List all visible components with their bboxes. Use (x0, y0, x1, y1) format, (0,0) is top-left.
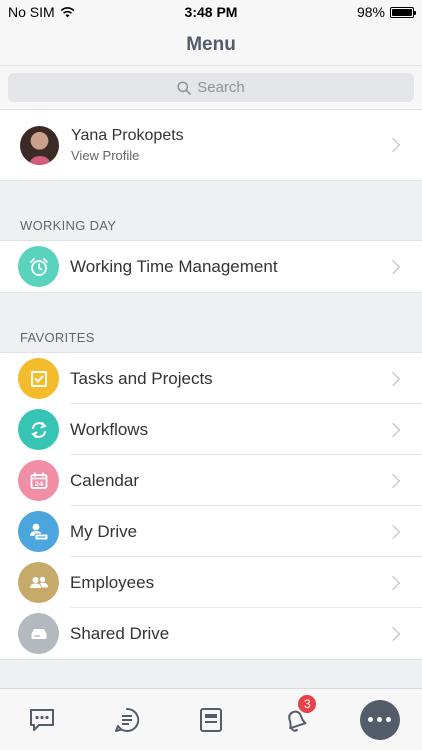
profile-text: Yana Prokopets View Profile (71, 127, 388, 163)
checkbox-icon (18, 358, 59, 399)
status-bar: No SIM 3:48 PM 98% (0, 0, 422, 24)
sync-arrows-icon (18, 409, 59, 450)
calendar-icon: 24 (18, 460, 59, 501)
search-placeholder: Search (197, 79, 245, 96)
chevron-right-icon (385, 524, 401, 539)
profile-name: Yana Prokopets (71, 127, 184, 144)
more-dot (386, 717, 392, 722)
favorites-list: Tasks and Projects Workflows 24 Calendar (0, 352, 422, 660)
user-drive-icon (18, 511, 59, 552)
nav-bar: Menu (0, 24, 422, 66)
tab-bar: 3 (0, 688, 422, 750)
users-icon (18, 562, 59, 603)
more-dot (377, 717, 383, 722)
battery-icon (390, 6, 416, 18)
menu-item-label: Shared Drive (70, 623, 170, 643)
menu-item-working-time[interactable]: Working Time Management (0, 241, 422, 292)
status-left: No SIM (8, 4, 75, 20)
alarm-clock-icon (18, 246, 59, 287)
working-day-list: Working Time Management (0, 240, 422, 293)
search-input[interactable]: Search (8, 73, 414, 102)
more-dot (368, 717, 374, 722)
search-icon (177, 80, 192, 95)
chevron-right-icon (385, 422, 401, 437)
menu-item-tasks-projects[interactable]: Tasks and Projects (0, 353, 422, 404)
tab-more[interactable] (358, 698, 402, 742)
section-header-working-day: WORKING DAY (20, 218, 117, 233)
battery-fill (392, 8, 412, 16)
menu-item-workflows[interactable]: Workflows (0, 404, 422, 455)
search-bar: Search (0, 66, 422, 110)
menu-item-label: My Drive (70, 521, 138, 541)
profile-subtitle: View Profile (71, 148, 140, 163)
menu-item-my-drive[interactable]: My Drive (0, 506, 422, 557)
drive-icon (18, 613, 59, 654)
page-title: Menu (186, 33, 236, 55)
menu-item-label: Tasks and Projects (70, 368, 213, 388)
tab-chats[interactable] (20, 698, 64, 742)
menu-item-label: Employees (70, 572, 155, 592)
status-right: 98% (356, 4, 416, 20)
avatar (20, 125, 59, 165)
menu-item-shared-drive[interactable]: Shared Drive (0, 608, 422, 659)
menu-item-label: Working Time Management (70, 256, 278, 276)
carrier-label: No SIM (8, 4, 55, 20)
profile-row[interactable]: Yana Prokopets View Profile (0, 110, 422, 181)
notification-badge: 3 (298, 694, 317, 713)
menu-item-employees[interactable]: Employees (0, 557, 422, 608)
calendar-day-number: 24 (34, 480, 44, 488)
wifi-icon (60, 6, 75, 17)
menu-item-label: Workflows (70, 419, 149, 439)
chevron-right-icon (385, 626, 401, 641)
chat-bubble-icon (30, 708, 55, 731)
chevron-right-icon (385, 575, 401, 590)
chevron-right-icon (385, 473, 401, 488)
tasks-list-icon (199, 707, 222, 732)
tab-activity-stream[interactable] (105, 698, 149, 742)
chevron-right-icon (385, 137, 401, 153)
menu-item-label: Calendar (70, 470, 139, 490)
chevron-right-icon (385, 371, 401, 386)
battery-percent: 98% (356, 4, 385, 20)
chevron-right-icon (385, 259, 401, 274)
tab-notifications[interactable]: 3 (273, 694, 317, 742)
menu-item-calendar[interactable]: 24 Calendar (0, 455, 422, 506)
more-icon (359, 699, 400, 740)
activity-stream-icon (114, 707, 139, 732)
section-header-favorites: FAVORITES (20, 330, 95, 345)
tab-tasks[interactable] (189, 698, 233, 742)
